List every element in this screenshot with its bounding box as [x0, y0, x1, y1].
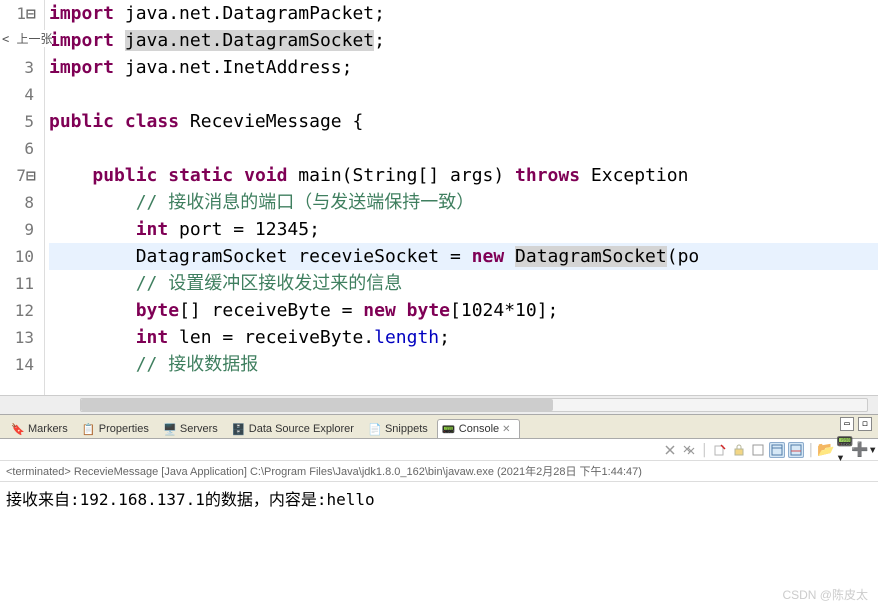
- terminate-icon[interactable]: [662, 442, 678, 458]
- keyword: int: [136, 327, 169, 348]
- show-stderr-icon[interactable]: [788, 442, 804, 458]
- close-tab-icon[interactable]: ✕: [502, 424, 510, 435]
- pin-console-icon[interactable]: [750, 442, 766, 458]
- code-text: [114, 30, 125, 51]
- keyword: import: [49, 57, 114, 78]
- comment: // 接收数据报: [136, 354, 259, 375]
- tab-label: Servers: [180, 423, 218, 435]
- tab-label: Snippets: [385, 423, 428, 435]
- remove-all-icon[interactable]: [681, 442, 697, 458]
- code-text: (po: [667, 246, 700, 267]
- console-process-info: <terminated> RecevieMessage [Java Applic…: [0, 461, 878, 481]
- code-text: main(String[] args): [287, 165, 515, 186]
- keyword: new: [472, 246, 505, 267]
- keyword: public: [92, 165, 157, 186]
- line-gutter: 1⊟ 2 3 4 5 6 7⊟ 8 9 10 11 12 13 14: [0, 0, 45, 395]
- console-text: :192.168.137.1: [70, 490, 205, 509]
- tab-label: Data Source Explorer: [249, 423, 354, 435]
- scroll-track[interactable]: [80, 398, 868, 412]
- code-text: len = receiveByte.: [168, 327, 374, 348]
- keyword: byte: [407, 300, 450, 321]
- code-editor[interactable]: < 上一张 1⊟ 2 3 4 5 6 7⊟ 8 9 10 11 12 13 14…: [0, 0, 878, 395]
- views-tab-bar: 🔖Markers 📋Properties 🖥️Servers 🗄️Data So…: [0, 415, 878, 439]
- keyword: int: [136, 219, 169, 240]
- scroll-lock-icon[interactable]: [731, 442, 747, 458]
- tab-label: Properties: [99, 423, 149, 435]
- keyword: throws: [515, 165, 580, 186]
- tab-servers[interactable]: 🖥️Servers: [158, 419, 227, 438]
- code-text: RecevieMessage {: [179, 111, 363, 132]
- code-text: java.net.DatagramPacket;: [114, 3, 385, 24]
- code-content[interactable]: import java.net.DatagramPacket; import j…: [45, 0, 878, 395]
- maximize-icon[interactable]: ◻: [858, 417, 872, 431]
- code-text: ;: [374, 30, 385, 51]
- clear-console-icon[interactable]: [712, 442, 728, 458]
- comment: // 接收消息的端口（与发送端保持一致）: [136, 192, 475, 213]
- console-icon: 📟: [442, 422, 456, 436]
- keyword: static: [168, 165, 233, 186]
- panel-controls: ▭ ◻: [840, 417, 872, 431]
- properties-icon: 📋: [82, 422, 96, 436]
- tab-properties[interactable]: 📋Properties: [77, 419, 158, 438]
- scroll-thumb[interactable]: [81, 399, 553, 411]
- tab-console[interactable]: 📟Console ✕: [437, 419, 520, 438]
- keyword: import: [49, 3, 114, 24]
- code-text: port = 12345;: [168, 219, 320, 240]
- tab-snippets[interactable]: 📄Snippets: [363, 419, 437, 438]
- console-text: :hello: [317, 490, 375, 509]
- console-output[interactable]: 接收来自:192.168.137.1的数据，内容是:hello: [0, 481, 878, 607]
- console-text: 接收来自: [6, 490, 70, 509]
- open-console-icon[interactable]: 📂: [818, 442, 834, 458]
- tab-data-source-explorer[interactable]: 🗄️Data Source Explorer: [227, 419, 363, 438]
- code-text: [] receiveByte =: [179, 300, 363, 321]
- show-stdout-icon[interactable]: [769, 442, 785, 458]
- code-text: DatagramSocket recevieSocket =: [136, 246, 472, 267]
- code-text: [1024*10];: [450, 300, 558, 321]
- selection: DatagramSocket: [515, 246, 667, 267]
- field: length: [374, 327, 439, 348]
- console-text: 的数据，内容是: [205, 490, 317, 509]
- keyword: public: [49, 111, 114, 132]
- code-text: java.net.InetAddress;: [114, 57, 352, 78]
- code-text: [504, 246, 515, 267]
- keyword: void: [244, 165, 287, 186]
- keyword: class: [125, 111, 179, 132]
- selection: java.net.DatagramSocket: [125, 30, 374, 51]
- keyword: byte: [136, 300, 179, 321]
- tab-label: Console: [459, 423, 499, 435]
- keyword: import: [49, 30, 114, 51]
- servers-icon: 🖥️: [163, 422, 177, 436]
- minimize-icon[interactable]: ▭: [840, 417, 854, 431]
- console-toolbar: | | 📂 📟▾ ➕▾: [0, 439, 878, 461]
- code-text: ;: [439, 327, 450, 348]
- horizontal-scrollbar[interactable]: [0, 395, 878, 414]
- keyword: new: [363, 300, 396, 321]
- snippets-icon: 📄: [368, 422, 382, 436]
- code-text: Exception: [580, 165, 688, 186]
- comment: // 设置缓冲区接收发过来的信息: [136, 273, 403, 294]
- new-console-icon[interactable]: ➕▾: [856, 442, 872, 458]
- tab-markers[interactable]: 🔖Markers: [6, 419, 77, 438]
- bottom-panel: 🔖Markers 📋Properties 🖥️Servers 🗄️Data So…: [0, 414, 878, 607]
- tab-label: Markers: [28, 423, 68, 435]
- code-text: [396, 300, 407, 321]
- markers-icon: 🔖: [11, 422, 25, 436]
- dse-icon: 🗄️: [232, 422, 246, 436]
- watermark: CSDN @陈皮太: [782, 586, 868, 603]
- prev-image-button[interactable]: < 上一张: [2, 30, 52, 47]
